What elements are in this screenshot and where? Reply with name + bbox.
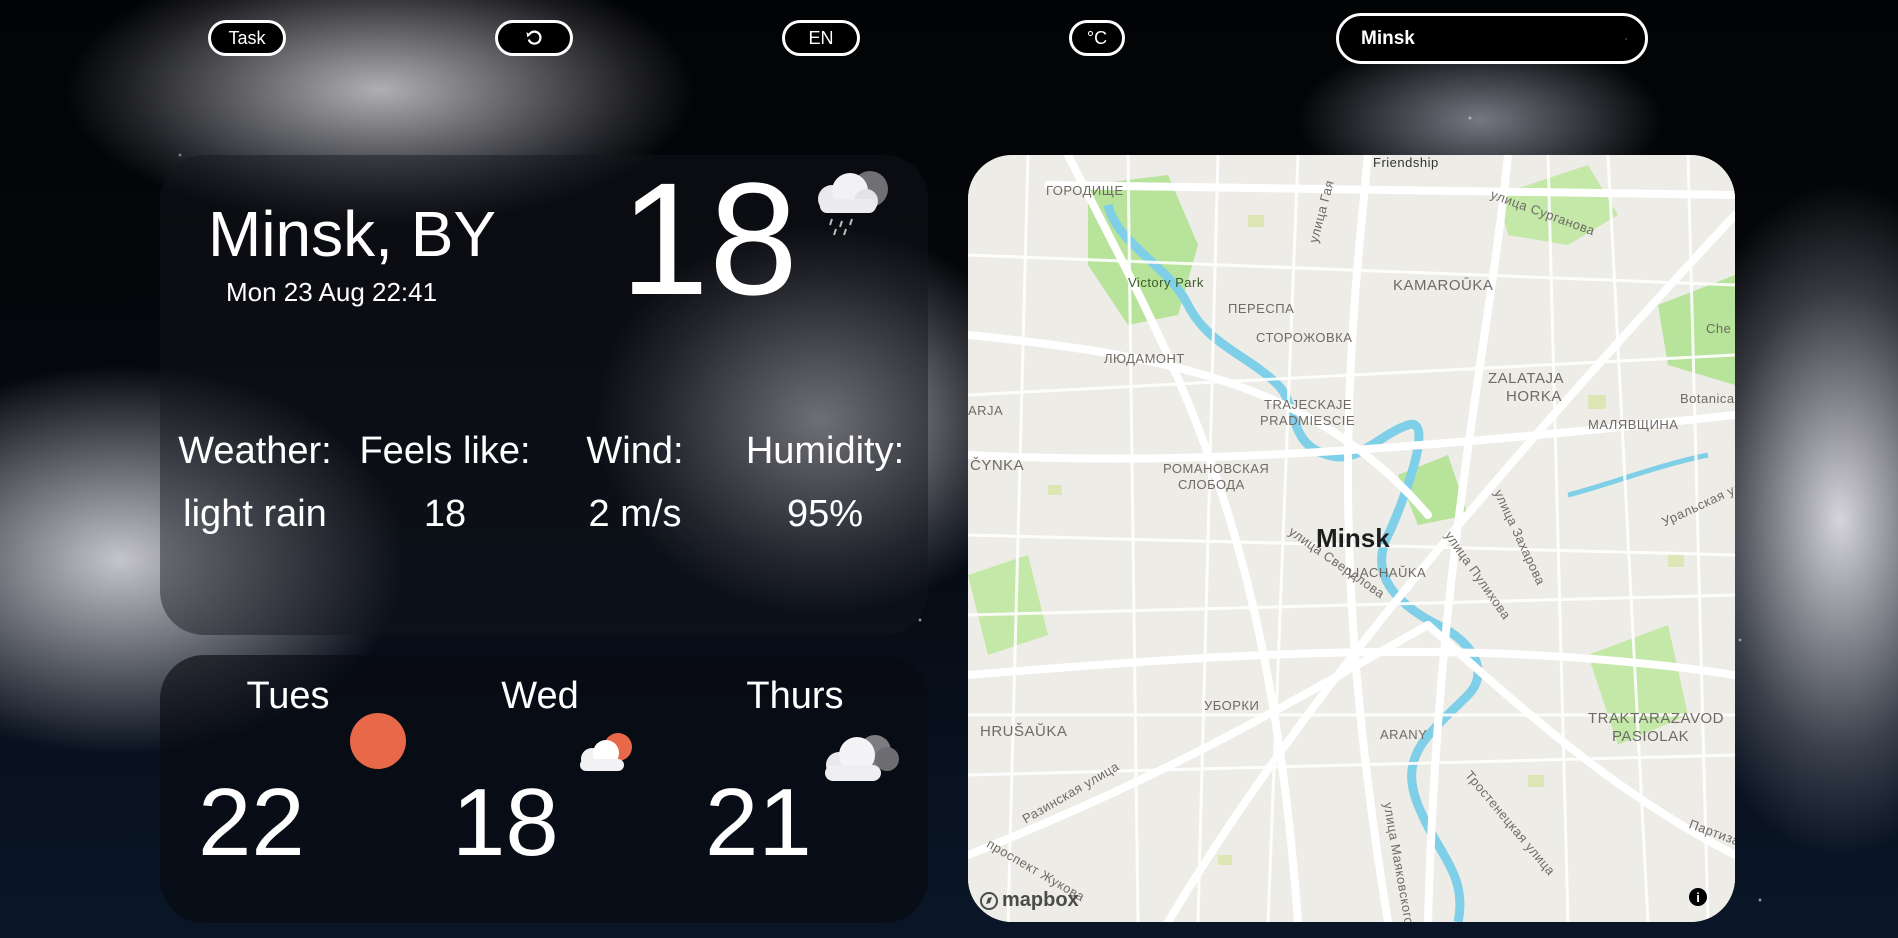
stat-label: Humidity: xyxy=(745,430,905,472)
task-button-label: Task xyxy=(228,27,266,48)
forecast-panel: Tues 22 Wed 18 Thurs 21 xyxy=(160,655,928,923)
map-label: СЛОБОДА xyxy=(1178,477,1245,492)
map-label: TRAKTARAZAVOD xyxy=(1588,710,1724,727)
stat-label: Feels like: xyxy=(359,430,531,472)
language-button[interactable]: EN xyxy=(782,20,860,56)
cloud-rain-icon xyxy=(818,171,888,236)
refresh-icon xyxy=(526,30,542,45)
sun-icon xyxy=(350,713,406,769)
stat-wind: Wind: 2 m/s xyxy=(540,430,730,536)
top-toolbar: Task EN °C xyxy=(0,0,1898,80)
map-label: PASIOLAK xyxy=(1612,728,1690,745)
forecast-day-name: Thurs xyxy=(746,675,844,717)
map-label: РОМАНОВСКАЯ xyxy=(1163,461,1270,476)
mapbox-logo[interactable]: mapbox xyxy=(980,889,1079,912)
forecast-day: Thurs 21 xyxy=(705,675,899,871)
forecast-temp: 22 xyxy=(198,769,305,876)
search-icon[interactable] xyxy=(1625,29,1627,49)
map-label: ARJA xyxy=(968,403,1004,418)
language-label: EN xyxy=(808,27,834,48)
map-label: KAMAROŪKA xyxy=(1393,277,1494,294)
current-weather-panel: Minsk, BY Mon 23 Aug 22:41 18 Weather: l… xyxy=(160,155,928,635)
mapbox-attribution: mapbox xyxy=(1002,889,1079,911)
map-label: HRUŠAŬKA xyxy=(980,723,1068,740)
map-label: ZALATAJA xyxy=(1488,370,1564,387)
map-label: Victory Park xyxy=(1128,275,1204,290)
units-label: °C xyxy=(1086,27,1108,48)
forecast-temp: 18 xyxy=(452,769,559,876)
stat-label: Weather: xyxy=(178,430,332,472)
city-name: Minsk, BY xyxy=(208,198,497,270)
weather-stats: Weather: light rain Feels like: 18 Wind:… xyxy=(160,430,928,536)
stat-label: Wind: xyxy=(586,430,684,472)
partly-cloudy-icon xyxy=(580,733,632,771)
forecast-day: Tues 22 xyxy=(198,675,406,871)
refresh-button[interactable] xyxy=(495,20,573,56)
forecast-temp: 21 xyxy=(705,769,812,876)
stat-feels-like: Feels like: 18 xyxy=(350,430,540,536)
stat-weather: Weather: light rain xyxy=(160,430,350,536)
forecast-day: Wed 18 xyxy=(450,675,632,871)
map-label: Che xyxy=(1706,321,1732,336)
map-label: ПЕРЕСПА xyxy=(1228,301,1295,316)
map-label: МАЛЯВЩИНА xyxy=(1588,417,1679,432)
map-label: ЛЮДАМОНТ xyxy=(1104,351,1185,366)
stat-value: 95% xyxy=(786,493,864,535)
units-button[interactable]: °C xyxy=(1069,20,1125,56)
map-label: PRADMIESCIE xyxy=(1260,413,1356,428)
map-city-label: Minsk xyxy=(1316,523,1390,553)
city-map[interactable]: Friendship ГОРОДИЩЕ улица Гая улица Сург… xyxy=(968,155,1735,922)
stat-value: 18 xyxy=(423,493,467,535)
map-label: TRAJECKAJE xyxy=(1264,397,1353,412)
search-input[interactable] xyxy=(1359,26,1625,51)
search-box xyxy=(1336,13,1648,64)
task-button[interactable]: Task xyxy=(208,20,286,56)
stat-value: 2 m/s xyxy=(588,493,682,535)
clouds-icon xyxy=(825,735,899,781)
stat-value: light rain xyxy=(183,493,327,535)
mapbox-mark-icon xyxy=(980,891,998,910)
map-label: Botanica xyxy=(1680,391,1735,406)
stat-humidity: Humidity: 95% xyxy=(730,430,920,536)
map-label: ČYNKA xyxy=(970,457,1025,474)
map-label: СТОРОЖОВКА xyxy=(1256,330,1353,345)
map-label: Friendship xyxy=(1373,155,1439,170)
current-temperature: 18 xyxy=(620,149,798,328)
map-label: LIACHAŬKA xyxy=(1348,565,1427,580)
map-label: ARANY xyxy=(1380,727,1428,742)
map-label: УБОРКИ xyxy=(1204,698,1260,713)
map-label: ГОРОДИЩЕ xyxy=(1046,183,1124,198)
map-label: HORKA xyxy=(1506,388,1562,405)
current-datetime: Mon 23 Aug 22:41 xyxy=(226,277,438,307)
forecast-day-name: Wed xyxy=(501,675,579,717)
info-icon[interactable]: i xyxy=(1689,888,1707,906)
